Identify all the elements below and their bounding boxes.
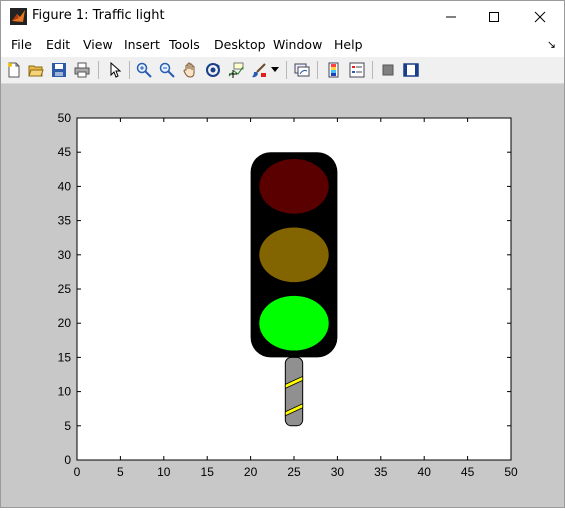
- open-file-icon: [28, 65, 44, 77]
- axes-plot[interactable]: 0 5 10 15 20 25 30 35 40 45 50 0 5 10 15 20 25 30 35 40 45 5…: [1, 85, 564, 507]
- rotate-3d-button[interactable]: [203, 60, 223, 80]
- maximize-button[interactable]: [471, 1, 517, 32]
- amber-lamp: [259, 227, 329, 283]
- brush-dropdown-icon: [271, 67, 279, 72]
- rotate-3d-icon: [206, 63, 220, 77]
- matlab-logo-icon: [10, 8, 27, 25]
- dock-arrow-icon[interactable]: ↘: [547, 38, 556, 51]
- print-icon: [74, 62, 90, 78]
- y-tick-label: 25: [58, 282, 72, 296]
- y-tick-label: 20: [58, 316, 72, 330]
- y-tick-label: 50: [58, 111, 72, 125]
- print-button[interactable]: [72, 60, 92, 80]
- pointer-button[interactable]: [105, 60, 125, 80]
- toolbar-separator: [129, 61, 130, 79]
- new-figure-icon: [8, 62, 20, 78]
- maximize-icon: [489, 11, 499, 22]
- colorbar-icon: [328, 62, 339, 78]
- menu-file[interactable]: File: [11, 37, 32, 52]
- minimize-icon: [446, 16, 456, 17]
- zoom-out-button[interactable]: [157, 60, 177, 80]
- legend-button[interactable]: [347, 60, 367, 80]
- colorbar-button[interactable]: [324, 60, 344, 80]
- y-tick-label: 5: [64, 419, 71, 433]
- open-file-button[interactable]: [26, 60, 46, 80]
- y-tick-label: 30: [58, 248, 72, 262]
- x-tick-label: 5: [117, 465, 124, 479]
- menu-bar: File Edit View Insert Tools Desktop Wind…: [1, 33, 564, 57]
- zoom-in-button[interactable]: [134, 60, 154, 80]
- y-tick-label: 0: [64, 453, 71, 467]
- title-bar: Figure 1: Traffic light: [1, 1, 564, 33]
- data-cursor-button[interactable]: [226, 60, 246, 80]
- x-tick-label: 45: [461, 465, 475, 479]
- link-plot-icon: [294, 63, 310, 77]
- red-lamp: [259, 159, 329, 214]
- menu-view[interactable]: View: [83, 37, 113, 52]
- close-icon: [534, 11, 546, 22]
- brush-icon: [252, 63, 266, 78]
- zoom-out-icon: [159, 62, 175, 78]
- window-title: Figure 1: Traffic light: [32, 8, 165, 23]
- pointer-arrow-icon: [110, 62, 122, 78]
- y-tick-label: 35: [58, 214, 72, 228]
- show-plot-tools-button[interactable]: [401, 60, 421, 80]
- hide-plot-tools-icon: [382, 64, 394, 76]
- data-cursor-icon: [228, 62, 244, 78]
- x-tick-label: 40: [418, 465, 432, 479]
- brush-dropdown[interactable]: [269, 60, 281, 80]
- save-icon: [52, 63, 66, 77]
- x-tick-label: 35: [374, 465, 388, 479]
- y-tick-label: 45: [58, 145, 72, 159]
- minimize-button[interactable]: [428, 1, 474, 32]
- figure-toolbar: [1, 57, 564, 84]
- toolbar-separator: [317, 61, 318, 79]
- show-plot-tools-icon: [403, 63, 419, 77]
- x-tick-label: 15: [201, 465, 215, 479]
- close-button[interactable]: [517, 1, 563, 32]
- menu-desktop[interactable]: Desktop: [214, 37, 266, 52]
- new-figure-button[interactable]: [4, 60, 24, 80]
- toolbar-separator: [98, 61, 99, 79]
- menu-insert[interactable]: Insert: [124, 37, 160, 52]
- pan-hand-icon: [183, 62, 195, 78]
- x-tick-label: 0: [74, 465, 81, 479]
- zoom-in-icon: [136, 62, 152, 78]
- y-tick-label: 15: [58, 350, 72, 364]
- menu-edit[interactable]: Edit: [46, 37, 70, 52]
- y-tick-label: 40: [58, 179, 72, 193]
- menu-tools[interactable]: Tools: [169, 37, 200, 52]
- pan-button[interactable]: [180, 60, 200, 80]
- legend-icon: [349, 62, 365, 78]
- menu-window[interactable]: Window: [273, 37, 322, 52]
- hide-plot-tools-button[interactable]: [378, 60, 398, 80]
- x-tick-label: 50: [504, 465, 518, 479]
- toolbar-separator: [372, 61, 373, 79]
- green-lamp: [259, 295, 329, 351]
- figure-window: Figure 1: Traffic light File Edit View I…: [0, 0, 565, 508]
- traffic-light-pole: [284, 356, 304, 427]
- x-tick-label: 20: [244, 465, 258, 479]
- x-tick-label: 30: [331, 465, 345, 479]
- menu-help[interactable]: Help: [334, 37, 363, 52]
- brush-button[interactable]: [249, 60, 269, 80]
- x-tick-label: 25: [287, 465, 301, 479]
- x-tick-label: 10: [157, 465, 171, 479]
- link-plot-button[interactable]: [292, 60, 312, 80]
- save-button[interactable]: [49, 60, 69, 80]
- y-tick-label: 10: [58, 385, 72, 399]
- toolbar-separator: [286, 61, 287, 79]
- figure-canvas[interactable]: 0 5 10 15 20 25 30 35 40 45 50 0 5 10 15 20 25 30 35 40 45 5…: [1, 85, 564, 507]
